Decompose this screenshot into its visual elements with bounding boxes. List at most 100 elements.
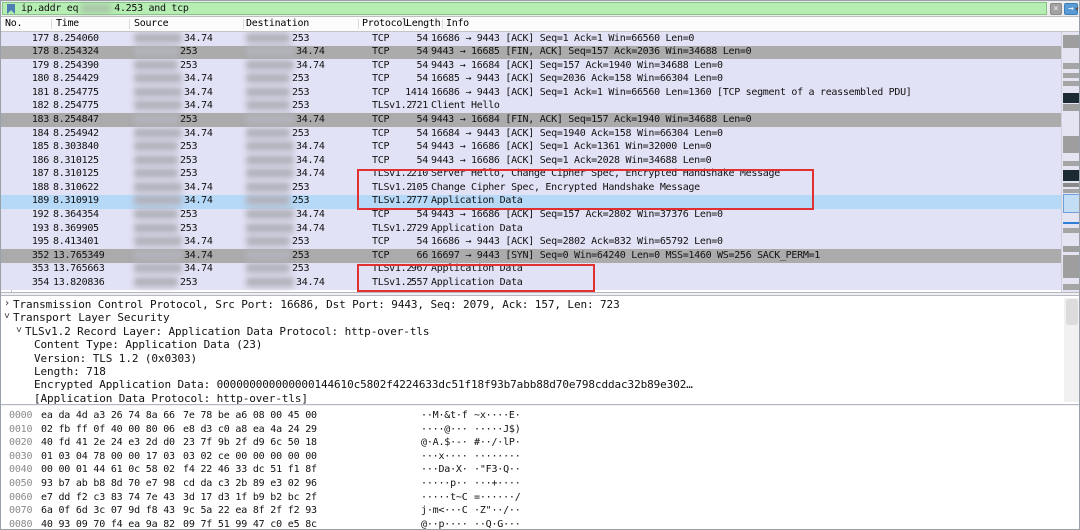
- cell-destination: 253: [246, 182, 309, 193]
- detail-text: Encrypted Application Data: 000000000000…: [34, 378, 693, 391]
- packet-row-189[interactable]: 1898.31091934.74253TLSv1.2777Application…: [1, 195, 1061, 209]
- hex-row[interactable]: 003001 03 04 78 00 00 17 0303 02 ce 00 0…: [1, 451, 1061, 465]
- hex-row[interactable]: 0060e7 dd f2 c3 83 74 7e 433d 17 d3 1f b…: [1, 492, 1061, 506]
- expand-expanded-icon[interactable]: ˅: [16, 325, 22, 337]
- hex-row[interactable]: 005093 b7 ab b8 8d 70 e7 98cd da c3 2b 8…: [1, 478, 1061, 492]
- hex-row[interactable]: 001002 fb ff 0f 40 00 80 06e8 d3 c0 a8 e…: [1, 424, 1061, 438]
- hex-ascii: #··/·lP·: [474, 437, 521, 448]
- cell-length: 54: [384, 209, 428, 220]
- packet-row-182[interactable]: 1828.25477534.74253TLSv1.2721Client Hell…: [1, 100, 1061, 114]
- hex-bytes: 00 00 01 44 61 0c 58 02: [41, 464, 175, 475]
- hex-ascii: ·····t~C: [421, 492, 468, 503]
- col-source[interactable]: Source: [134, 18, 168, 29]
- hex-ascii: ····@···: [421, 424, 468, 435]
- packet-row-179[interactable]: 1798.25439025334.74TCP549443 → 16684 [AC…: [1, 59, 1061, 73]
- hex-ascii: ·····p··: [421, 478, 468, 489]
- cell-source: 253: [134, 168, 197, 179]
- packet-row-195[interactable]: 1958.41340134.74253TCP5416686 → 9443 [AC…: [1, 236, 1061, 250]
- cell-destination: 34.74: [246, 277, 325, 288]
- col-destination[interactable]: Destination: [246, 18, 309, 29]
- detail-line[interactable]: Content Type: Application Data (23): [1, 338, 1061, 351]
- packet-row-187[interactable]: 1878.31012525334.74TLSv1.2210Server Hell…: [1, 168, 1061, 182]
- hex-offset: 0060: [9, 492, 32, 503]
- redacted-ip: [134, 114, 178, 124]
- detail-line[interactable]: ˅TLSv1.2 Record Layer: Application Data …: [1, 325, 1061, 338]
- col-info[interactable]: Info: [446, 18, 469, 29]
- hex-row[interactable]: 002040 fd 41 2e 24 e3 2d d023 7f 9b 2f d…: [1, 437, 1061, 451]
- cell-length: 54: [384, 128, 428, 139]
- packet-row-353[interactable]: 35313.76566334.74253TLSv1.2967Applicatio…: [1, 263, 1061, 277]
- cell-destination: 253: [246, 33, 309, 44]
- packet-row-192[interactable]: 1928.36435425334.74TCP549443 → 16686 [AC…: [1, 209, 1061, 223]
- expand-expanded-icon[interactable]: ˅: [4, 311, 10, 323]
- cell-source: 34.74: [134, 128, 213, 139]
- details-scrollbar[interactable]: [1064, 298, 1080, 402]
- hex-row[interactable]: 0000ea da 4d a3 26 74 8a 667e 78 be a6 0…: [1, 410, 1061, 424]
- packet-row-178[interactable]: 1788.25432425334.74TCP549443 → 16685 [FI…: [1, 46, 1061, 60]
- hex-bytes: 09 7f 51 99 47 c0 e5 8c: [183, 519, 317, 530]
- detail-line[interactable]: ›Transmission Control Protocol, Src Port…: [1, 298, 1061, 311]
- cell-info: 16697 → 9443 [SYN] Seq=0 Win=64240 Len=0…: [431, 250, 820, 261]
- scrollbar-mark: [1063, 63, 1080, 69]
- hex-row[interactable]: 004000 00 01 44 61 0c 58 02f4 22 46 33 d…: [1, 464, 1061, 478]
- details-scrollbar-thumb[interactable]: [1066, 299, 1078, 325]
- detail-line[interactable]: Version: TLS 1.2 (0x0303): [1, 352, 1061, 365]
- scrollbar-mark: [1063, 35, 1080, 48]
- cell-no: 352: [1, 250, 49, 261]
- redacted-ip: [134, 236, 182, 246]
- packet-row-184[interactable]: 1848.25494234.74253TCP5416684 → 9443 [AC…: [1, 127, 1061, 141]
- cell-no: 177: [1, 33, 49, 44]
- packet-row-183[interactable]: 1838.25484725334.74TCP549443 → 16684 [FI…: [1, 113, 1061, 127]
- hex-row[interactable]: 0080 40 93 09 70 f4 ea 9a 82 09 7f 51 99 4…: [1, 519, 1061, 530]
- clear-filter-button[interactable]: ×: [1050, 3, 1062, 15]
- cell-length: 54: [384, 141, 428, 152]
- hex-offset: 0080: [9, 519, 32, 530]
- cell-no: 179: [1, 60, 49, 71]
- cell-length: 967: [384, 263, 428, 274]
- detail-text: Content Type: Application Data (23): [34, 338, 262, 351]
- hex-row[interactable]: 00706a 0f 6d 3c 07 9d f8 439c 5a 22 ea 8…: [1, 505, 1061, 519]
- scrollbar-mark: [1063, 104, 1080, 111]
- packet-row-352[interactable]: 35213.76534934.74253TCP6616697 → 9443 [S…: [1, 249, 1061, 263]
- col-time[interactable]: Time: [56, 18, 79, 29]
- cell-destination: 253: [246, 250, 309, 261]
- packet-row-186[interactable]: 1868.31012525334.74TCP549443 → 16686 [AC…: [1, 154, 1061, 168]
- cell-time: 8.254429: [53, 73, 99, 84]
- packet-list-scrollbar[interactable]: [1061, 32, 1080, 292]
- cell-info: 9443 → 16684 [FIN, ACK] Seq=157 Ack=1940…: [431, 114, 751, 125]
- cell-no: 193: [1, 223, 49, 234]
- hex-ascii: ··Q·G···: [474, 519, 521, 530]
- detail-line[interactable]: ˅Transport Layer Security: [1, 311, 1061, 324]
- hex-ascii: ·"F3·Q··: [474, 464, 521, 475]
- detail-line[interactable]: [Application Data Protocol: http-over-tl…: [1, 392, 1061, 404]
- detail-line[interactable]: Length: 718: [1, 365, 1061, 378]
- col-protocol[interactable]: Protocol: [362, 18, 408, 29]
- col-no[interactable]: No.: [5, 18, 22, 29]
- packet-row-193[interactable]: 1938.36990525334.74TLSv1.2729Application…: [1, 222, 1061, 236]
- display-filter-input[interactable]: ip.addr eq4.253 and tcp: [2, 2, 1047, 15]
- detail-line[interactable]: Encrypted Application Data: 000000000000…: [1, 378, 1061, 391]
- packet-row-177[interactable]: 1778.25406034.74253TCP5416686 → 9443 [AC…: [1, 32, 1061, 46]
- expand-collapsed-icon[interactable]: ›: [4, 298, 10, 309]
- hex-bytes: ea da 4d a3 26 74 8a 66: [41, 410, 175, 421]
- packet-row-181[interactable]: 1818.25477534.74253TCP141416686 → 9443 […: [1, 86, 1061, 100]
- col-length[interactable]: Length: [406, 18, 440, 29]
- packet-details-pane[interactable]: ›Transmission Control Protocol, Src Port…: [1, 296, 1080, 404]
- packet-row-180[interactable]: 1808.25442934.74253TCP5416685 → 9443 [AC…: [1, 73, 1061, 87]
- packet-row-185[interactable]: 1858.30384025334.74TCP549443 → 16686 [AC…: [1, 141, 1061, 155]
- packet-bytes-pane[interactable]: 0000ea da 4d a3 26 74 8a 667e 78 be a6 0…: [1, 406, 1080, 530]
- hex-bytes: 40 93 09 70 f4 ea 9a 82: [41, 519, 175, 530]
- filter-dropdown-icon[interactable]: ▼: [1075, 6, 1079, 13]
- cell-length: 777: [384, 195, 428, 206]
- packet-row-354[interactable]: 35413.82083625334.74TLSv1.2557Applicatio…: [1, 276, 1061, 290]
- packet-list[interactable]: 1778.25406034.74253TCP5416686 → 9443 [AC…: [1, 32, 1061, 292]
- hex-ascii: j·m<···C: [421, 505, 468, 516]
- cell-destination: 253: [246, 87, 309, 98]
- cell-length: 721: [384, 100, 428, 111]
- cell-destination: 253: [246, 263, 309, 274]
- cell-no: 192: [1, 209, 49, 220]
- bookmark-icon[interactable]: [7, 4, 15, 14]
- cell-length: 54: [384, 73, 428, 84]
- packet-row-188[interactable]: 1888.31062234.74253TLSv1.2105Change Ciph…: [1, 181, 1061, 195]
- cell-length: 729: [384, 223, 428, 234]
